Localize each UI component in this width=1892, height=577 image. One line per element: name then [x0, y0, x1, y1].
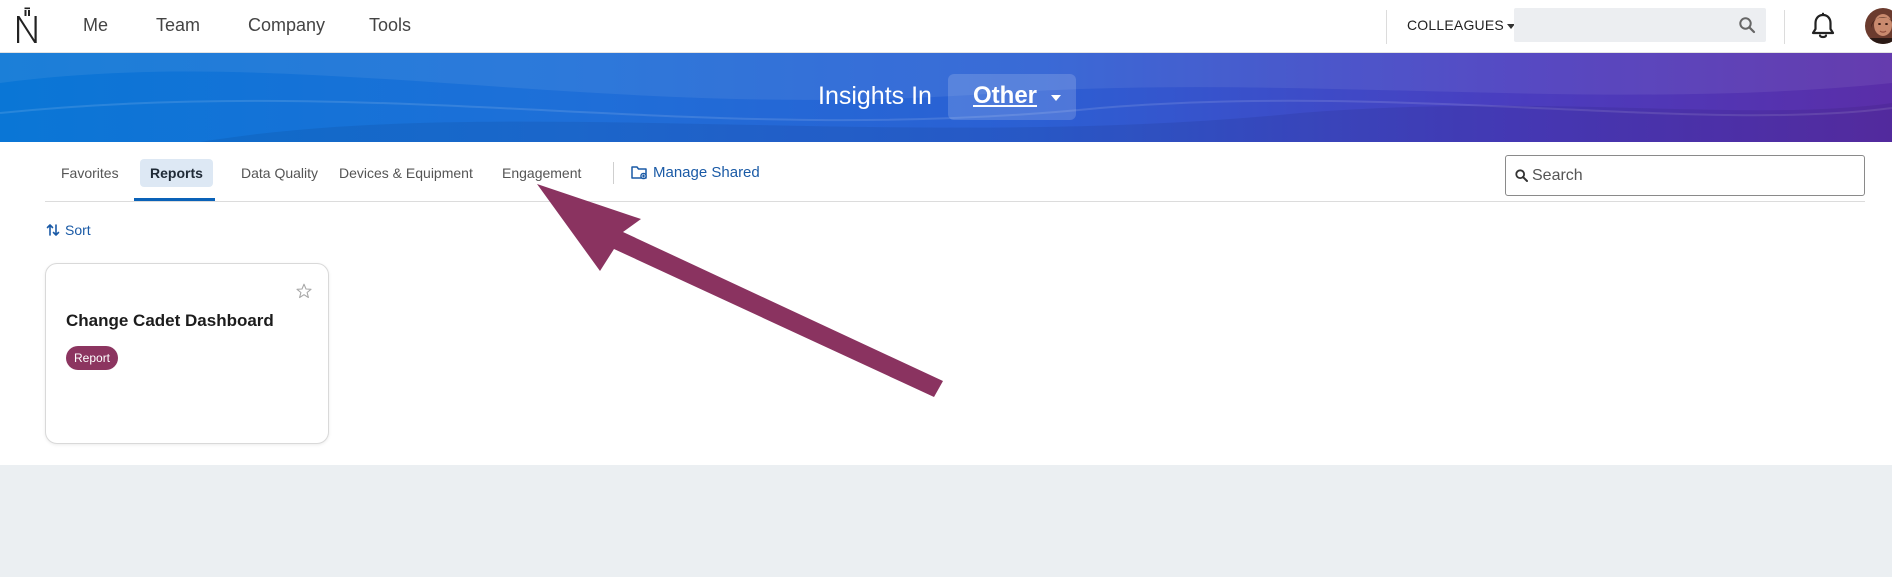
top-navigation: Me Team Company Tools COLLEAGUES: [0, 0, 1892, 53]
tab-data-quality[interactable]: Data Quality: [231, 159, 328, 187]
banner-title: Insights In: [818, 82, 932, 110]
shared-folder-icon: [631, 166, 647, 180]
tab-separator: [613, 162, 614, 184]
nav-link-tools[interactable]: Tools: [369, 15, 411, 36]
annotation-arrow-shape: [537, 184, 943, 397]
manage-shared-link[interactable]: Manage Shared: [631, 164, 760, 181]
nav-divider: [1784, 10, 1785, 44]
manage-shared-label: Manage Shared: [653, 164, 760, 181]
nav-link-company[interactable]: Company: [248, 15, 325, 36]
report-search[interactable]: [1505, 155, 1865, 196]
banner-wave-decoration: [0, 53, 1892, 142]
page-background-band: [0, 465, 1892, 577]
sort-label: Sort: [65, 222, 91, 238]
insights-banner: Insights In Other: [0, 53, 1892, 142]
user-avatar[interactable]: [1865, 8, 1892, 44]
app-logo-icon[interactable]: [14, 7, 40, 45]
avatar-image: [1865, 8, 1892, 44]
search-icon[interactable]: [1738, 16, 1756, 34]
global-search[interactable]: [1514, 8, 1766, 42]
tab-reports[interactable]: Reports: [140, 159, 213, 187]
report-search-input[interactable]: [1532, 156, 1852, 195]
nav-divider: [1386, 10, 1387, 44]
report-type-badge: Report: [66, 346, 119, 370]
colleagues-label: COLLEAGUES: [1407, 17, 1504, 33]
nav-link-me[interactable]: Me: [83, 15, 108, 36]
tab-favorites[interactable]: Favorites: [51, 159, 129, 187]
selected-category: Other: [973, 82, 1038, 109]
colleagues-dropdown[interactable]: COLLEAGUES: [1407, 17, 1515, 33]
report-card[interactable]: Change Cadet Dashboard Report: [45, 263, 329, 444]
global-search-input[interactable]: [1514, 8, 1734, 42]
tab-engagement[interactable]: Engagement: [492, 159, 591, 187]
sort-icon: [46, 224, 60, 236]
active-tab-indicator: [134, 198, 215, 201]
caret-down-icon: [1051, 95, 1061, 101]
report-card-title: Change Cadet Dashboard: [66, 311, 274, 330]
tab-devices-equipment[interactable]: Devices & Equipment: [329, 159, 483, 187]
nav-link-team[interactable]: Team: [156, 15, 200, 36]
favorite-star-icon[interactable]: [296, 283, 312, 299]
sort-button[interactable]: Sort: [46, 222, 91, 238]
search-icon: [1515, 169, 1528, 182]
insights-category-select[interactable]: Other: [948, 74, 1076, 120]
bell-icon[interactable]: [1810, 12, 1836, 40]
